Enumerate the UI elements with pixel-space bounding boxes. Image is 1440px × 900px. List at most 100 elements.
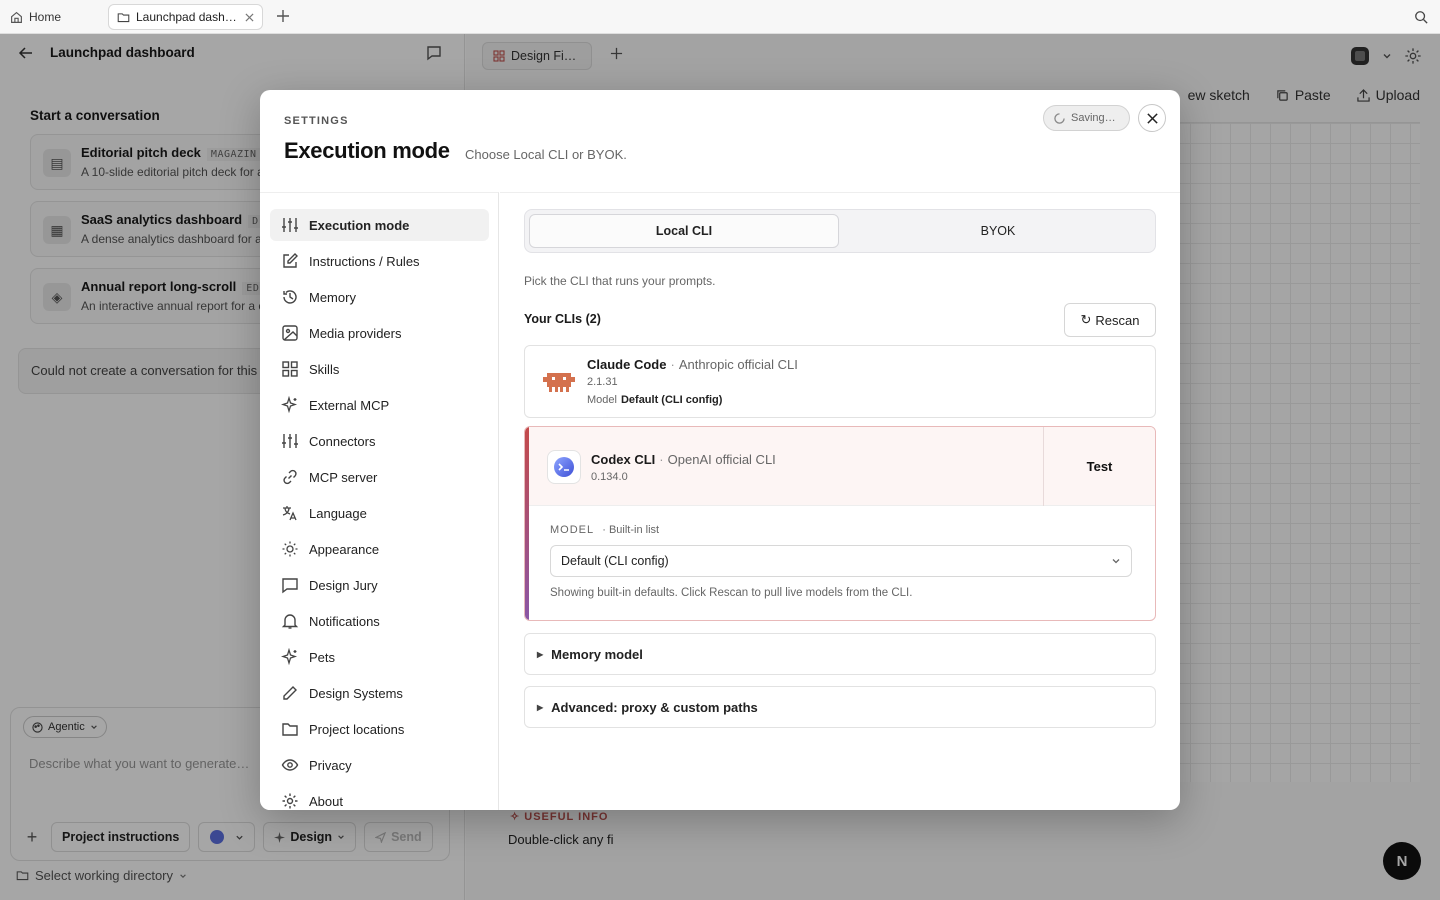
nav-label: External MCP — [309, 397, 390, 413]
local-cli-option[interactable]: Local CLI — [529, 214, 839, 248]
model-note: Showing built-in defaults. Click Rescan … — [550, 587, 913, 599]
home-tab[interactable]: Home — [10, 0, 61, 34]
nav-item-project-locations[interactable]: Project locations — [270, 713, 489, 745]
nav-item-pets[interactable]: Pets — [270, 641, 489, 673]
sun-icon — [281, 540, 299, 558]
grid-icon — [281, 360, 299, 378]
clis-heading: Your CLIs (2) — [524, 312, 601, 326]
close-tab-icon[interactable] — [245, 12, 254, 22]
home-icon — [10, 11, 23, 24]
search-icon[interactable] — [1414, 10, 1428, 24]
active-tab-label: Launchpad dash… — [136, 10, 237, 24]
model-select-value: Default (CLI config) — [561, 554, 669, 568]
nav-label: Media providers — [309, 325, 402, 341]
nav-item-design-systems[interactable]: Design Systems — [270, 677, 489, 709]
cli-card-header: Codex CLI · OpenAI official CLI 0.134.0 Te… — [529, 427, 1155, 506]
sliders-icon — [281, 216, 299, 234]
settings-title: Execution mode — [284, 138, 450, 163]
nav-label: Design Systems — [309, 685, 403, 701]
nav-item-notifications[interactable]: Notifications — [270, 605, 489, 637]
nav-item-appearance[interactable]: Appearance — [270, 533, 489, 565]
cli-version: 2.1.31 — [587, 376, 618, 388]
nav-label: Notifications — [309, 613, 380, 629]
close-icon — [1146, 112, 1159, 125]
cli-model: Model Default (CLI config) — [587, 394, 723, 406]
settings-kicker: SETTINGS — [284, 115, 349, 127]
nav-item-skills[interactable]: Skills — [270, 353, 489, 385]
cli-card-claude[interactable]: Claude Code · Anthropic official CLI 2.1.3… — [524, 345, 1156, 418]
nav-item-external-mcp[interactable]: External MCP — [270, 389, 489, 421]
nav-label: Design Jury — [309, 577, 378, 593]
active-tab[interactable]: Launchpad dash… — [108, 4, 263, 30]
nav-item-mcp-server[interactable]: MCP server — [270, 461, 489, 493]
codex-logo-icon — [547, 450, 581, 484]
nav-item-execution-mode[interactable]: Execution mode — [270, 209, 489, 241]
nav-label: Project locations — [309, 721, 405, 737]
nav-label: Appearance — [309, 541, 380, 557]
nav-item-memory[interactable]: Memory — [270, 281, 489, 313]
rescan-button[interactable]: ↻ Rescan — [1064, 303, 1156, 337]
translate-icon — [281, 504, 299, 522]
memory-model-accordion[interactable]: ▶ Memory model — [524, 633, 1156, 675]
home-tab-label: Home — [29, 10, 62, 24]
nav-label: Connectors — [309, 433, 376, 449]
rescan-label: Rescan — [1095, 312, 1140, 328]
message-icon — [281, 576, 299, 594]
settings-content: Local CLI BYOK Pick the CLI that runs yo… — [500, 192, 1180, 810]
nav-label: Pets — [309, 649, 336, 665]
close-button[interactable] — [1138, 104, 1166, 132]
history-icon — [281, 288, 299, 306]
edit-icon — [281, 252, 299, 270]
nav-label: About — [309, 793, 343, 809]
image-icon — [281, 324, 299, 342]
execution-mode-toggle: Local CLI BYOK — [524, 209, 1156, 253]
folder-icon — [117, 11, 130, 24]
nav-label: Privacy — [309, 757, 352, 773]
nav-label: MCP server — [309, 469, 378, 485]
eye-icon — [281, 756, 299, 774]
settings-nav: Execution mode Instructions / Rules Memo… — [260, 192, 499, 810]
cli-card-codex[interactable]: Codex CLI · OpenAI official CLI 0.134.0 Te… — [524, 426, 1156, 621]
nav-item-design-jury[interactable]: Design Jury — [270, 569, 489, 601]
nav-item-instructions[interactable]: Instructions / Rules — [270, 245, 489, 277]
caret-right-icon: ▶ — [537, 649, 544, 659]
sparkle-icon — [281, 648, 299, 666]
browser-tab-bar: Home Launchpad dash… — [0, 0, 1440, 34]
model-label: MODEL · Built-in list — [550, 524, 660, 536]
model-select[interactable]: Default (CLI config) — [550, 545, 1132, 577]
saving-label: Saving… — [1071, 112, 1116, 124]
chevron-down-icon — [1111, 556, 1121, 566]
caret-right-icon: ▶ — [537, 702, 544, 712]
sliders-icon — [281, 432, 299, 450]
accordion-label: Memory model — [551, 646, 643, 662]
nav-item-media-providers[interactable]: Media providers — [270, 317, 489, 349]
nav-label: Execution mode — [309, 217, 410, 233]
folder-icon — [281, 720, 299, 738]
refresh-icon: ↻ — [1080, 312, 1092, 327]
cli-name-line: Codex CLI · OpenAI official CLI — [591, 452, 776, 467]
settings-modal: SETTINGS Execution mode Choose Local CLI… — [260, 90, 1180, 810]
sparkle-icon — [281, 396, 299, 414]
accordion-label: Advanced: proxy & custom paths — [551, 699, 758, 715]
cli-hint: Pick the CLI that runs your prompts. — [524, 274, 716, 288]
nav-label: Memory — [309, 289, 356, 305]
nav-item-connectors[interactable]: Connectors — [270, 425, 489, 457]
pen-icon — [281, 684, 299, 702]
nav-label: Instructions / Rules — [309, 253, 420, 269]
claude-logo-icon — [543, 368, 575, 396]
test-button[interactable]: Test — [1043, 427, 1155, 506]
nav-item-privacy[interactable]: Privacy — [270, 749, 489, 781]
gear-icon — [281, 792, 299, 810]
nav-item-language[interactable]: Language — [270, 497, 489, 529]
spinner-icon — [1054, 112, 1065, 124]
nav-label: Language — [309, 505, 367, 521]
nav-item-about[interactable]: About — [270, 785, 489, 810]
advanced-accordion[interactable]: ▶ Advanced: proxy & custom paths — [524, 686, 1156, 728]
settings-subtitle: Choose Local CLI or BYOK. — [465, 147, 627, 162]
new-tab-icon[interactable] — [276, 9, 290, 23]
cli-name-line: Claude Code · Anthropic official CLI — [587, 357, 798, 372]
saving-status: Saving… — [1043, 105, 1130, 131]
link-icon — [281, 468, 299, 486]
bell-icon — [281, 612, 299, 630]
byok-option[interactable]: BYOK — [843, 214, 1153, 248]
